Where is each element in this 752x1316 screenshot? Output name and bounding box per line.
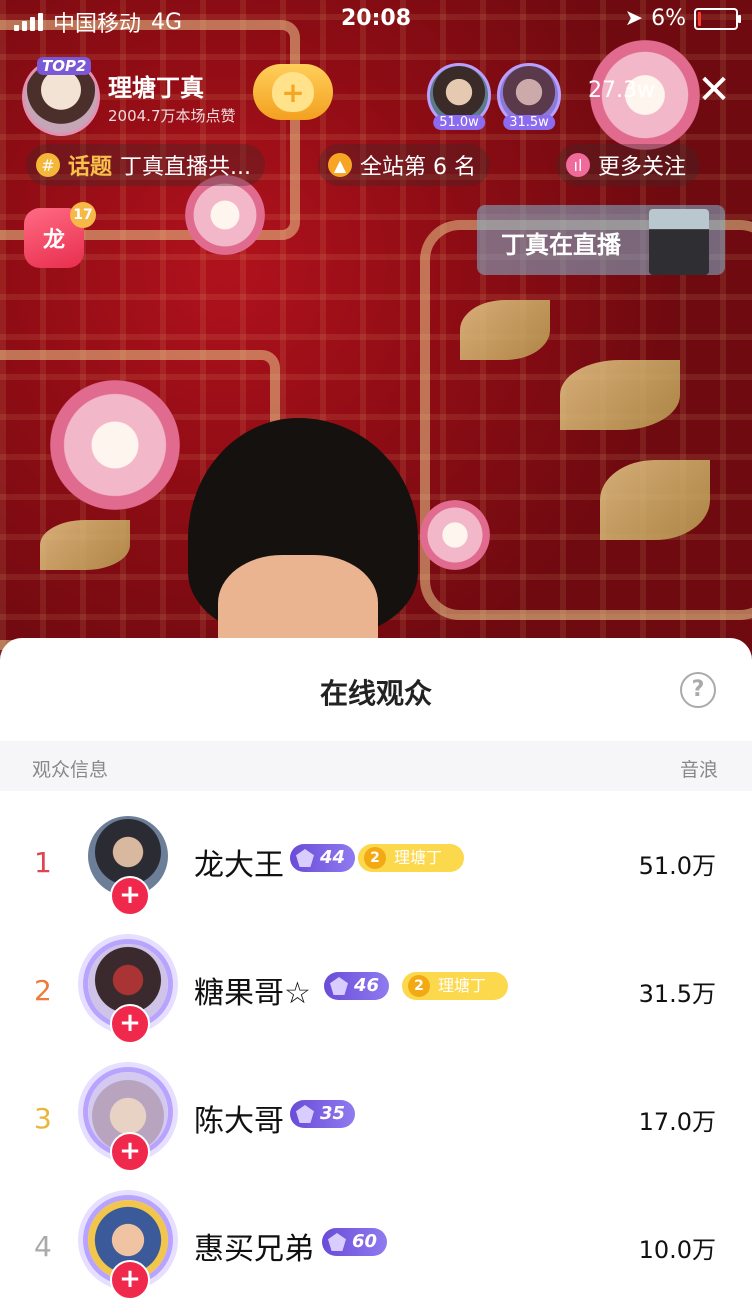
top-viewer-score: 31.5w bbox=[503, 115, 555, 130]
decor-leaf bbox=[460, 300, 550, 360]
viewer-score: 17.0万 bbox=[638, 1108, 716, 1136]
viewer-row[interactable]: 3 + 陈大哥 35 17.0万 bbox=[0, 1060, 752, 1188]
battery-icon bbox=[694, 7, 741, 30]
host-name: 理塘丁真 bbox=[108, 74, 204, 102]
viewer-rank: 3 bbox=[34, 1102, 52, 1135]
viewer-name: 龙大王 bbox=[194, 848, 284, 883]
rank-text: 全站第 6 名 bbox=[360, 155, 476, 180]
close-icon[interactable]: ✕ bbox=[696, 70, 732, 110]
sheet-title: 在线观众 bbox=[319, 677, 432, 710]
flame-icon: ▲ bbox=[328, 153, 352, 177]
rank-chip[interactable]: ▲ 全站第 6 名 bbox=[318, 144, 490, 186]
level-badge: 44 bbox=[290, 844, 356, 872]
online-audience-sheet: 在线观众 ? 观众信息 音浪 1 + 龙大王 44 2 理塘丁 51.0万 2 +… bbox=[0, 638, 752, 1300]
viewer-name: 陈大哥 bbox=[194, 1104, 284, 1139]
battery-percent: 6% bbox=[651, 6, 686, 31]
online-count[interactable]: 27.3w bbox=[588, 78, 655, 103]
status-bar: 中国移动 4G 20:08 ➤ 6% bbox=[0, 0, 752, 40]
level-badge: 35 bbox=[290, 1100, 356, 1128]
viewer-row[interactable]: 2 + 糖果哥☆ 46 2 理塘丁 31.5万 bbox=[0, 932, 752, 1060]
viewer-row[interactable]: 4 + 惠买兄弟 60 10.0万 bbox=[0, 1188, 752, 1316]
decor-flower bbox=[420, 500, 490, 570]
viewer-score: 10.0万 bbox=[638, 1236, 716, 1264]
decor-leaf bbox=[40, 520, 130, 570]
col-viewer-info: 观众信息 bbox=[32, 759, 109, 781]
lucky-bag-glyph: 龙 bbox=[42, 228, 65, 253]
add-icon[interactable]: + bbox=[110, 1260, 150, 1300]
more-follow-text: 更多关注 bbox=[598, 155, 687, 180]
level-badge: 46 bbox=[324, 972, 390, 1000]
add-icon[interactable]: + bbox=[110, 1004, 150, 1044]
add-icon[interactable]: + bbox=[110, 1132, 150, 1172]
host-avatar[interactable]: TOP2 bbox=[22, 57, 100, 136]
live-card[interactable]: 丁真在直播 bbox=[477, 205, 725, 275]
heart-plus-icon: + bbox=[272, 72, 314, 112]
host-info[interactable]: TOP2 理塘丁真 2004.7万本场点赞 bbox=[22, 57, 236, 136]
fan-club-badge: 2 理塘丁 bbox=[402, 972, 509, 1000]
add-icon[interactable]: + bbox=[110, 876, 150, 916]
decor-leaf bbox=[600, 460, 710, 540]
viewer-score: 31.5万 bbox=[638, 980, 716, 1008]
viewer-row[interactable]: 1 + 龙大王 44 2 理塘丁 51.0万 bbox=[0, 804, 752, 932]
top-viewer-avatar[interactable]: 51.0w bbox=[427, 63, 491, 130]
fan-club-badge: 2 理塘丁 bbox=[358, 844, 465, 872]
col-score: 音浪 bbox=[679, 759, 718, 781]
viewer-rank: 2 bbox=[34, 974, 52, 1007]
more-follow-chip[interactable]: ıl 更多关注 bbox=[556, 144, 701, 186]
viewer-rank: 1 bbox=[34, 846, 52, 879]
lucky-bag-count: 17 bbox=[70, 202, 96, 228]
lucky-bag[interactable]: 龙 17 bbox=[24, 202, 96, 268]
rank-badge: TOP2 bbox=[37, 57, 92, 75]
live-card-title: 丁真在直播 bbox=[501, 231, 621, 259]
top-viewer-avatar[interactable]: 31.5w bbox=[497, 63, 561, 130]
decor-flower bbox=[185, 175, 265, 255]
live-card-thumbnail bbox=[649, 209, 709, 275]
viewer-name: 糖果哥☆ bbox=[194, 976, 311, 1011]
viewer-name: 惠买兄弟 bbox=[194, 1232, 314, 1267]
location-icon: ➤ bbox=[624, 6, 644, 31]
host-likes: 2004.7万本场点赞 bbox=[108, 107, 236, 125]
viewer-score: 51.0万 bbox=[638, 852, 716, 880]
chart-icon: ıl bbox=[566, 153, 590, 177]
decor-flower bbox=[50, 380, 180, 510]
topic-prefix: 话题 bbox=[68, 155, 113, 180]
follow-button[interactable]: + bbox=[253, 64, 333, 120]
decor-leaf bbox=[560, 360, 680, 430]
top-viewer-score: 51.0w bbox=[433, 115, 485, 130]
list-header: 观众信息 音浪 bbox=[0, 741, 752, 791]
level-badge: 60 bbox=[322, 1228, 388, 1256]
topic-chip[interactable]: # 话题 丁真直播共... bbox=[26, 144, 265, 186]
topic-text: 丁真直播共... bbox=[120, 155, 251, 180]
hashtag-icon: # bbox=[36, 153, 60, 177]
viewer-rank: 4 bbox=[34, 1230, 52, 1263]
help-icon[interactable]: ? bbox=[680, 672, 716, 708]
